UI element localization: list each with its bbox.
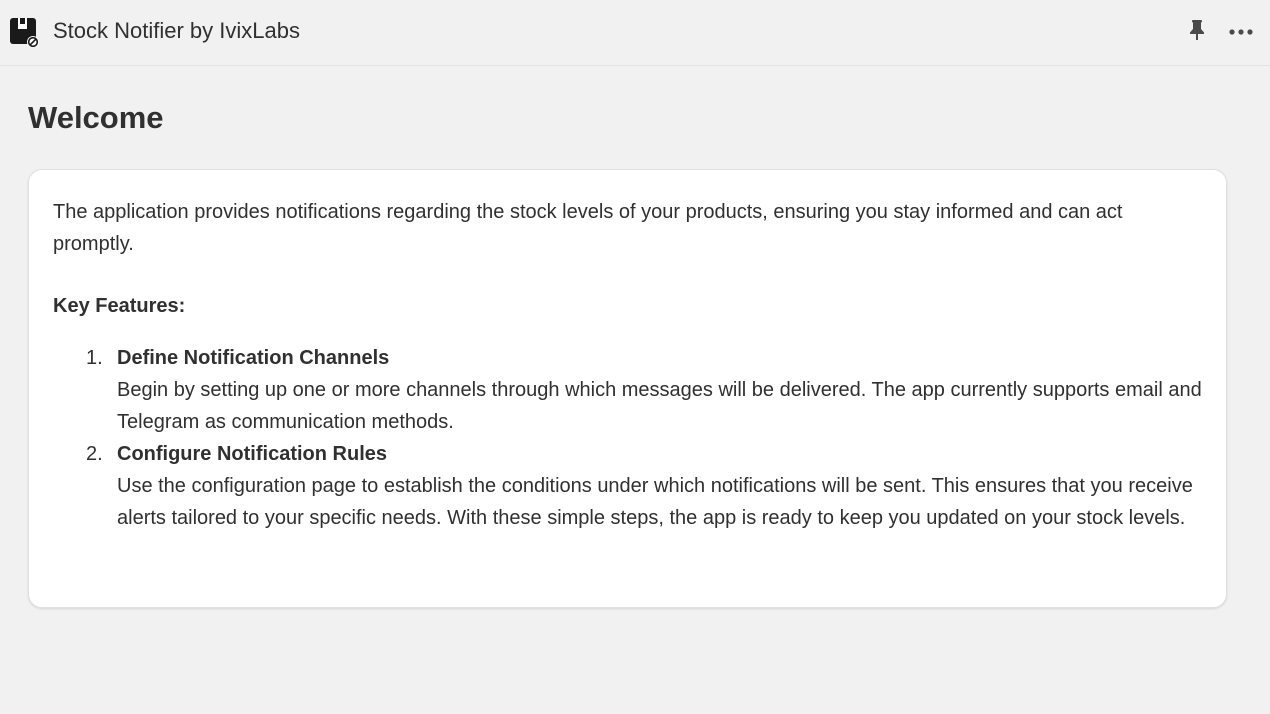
feature-description: Begin by setting up one or more channels… [117,379,1202,433]
features-heading: Key Features: [53,295,186,317]
page-title: Welcome [28,100,164,135]
stock-notifier-app-icon [9,17,39,48]
feature-item: 1. Define Notification Channels Begin by… [83,342,1203,438]
intro-text: The application provides notifications r… [53,201,1123,255]
more-options-icon [1228,23,1254,41]
feature-title: Configure Notification Rules [117,443,387,465]
feature-item: 2. Configure Notification Rules Use the … [83,438,1203,534]
pin-icon [1188,19,1206,46]
feature-number: 2. [86,443,103,465]
welcome-card: The application provides notifications r… [28,169,1227,608]
feature-list: 1. Define Notification Channels Begin by… [83,342,1203,534]
pin-button[interactable] [1182,18,1212,46]
feature-number: 1. [86,347,103,369]
app-title: Stock Notifier by IvixLabs [53,18,300,43]
feature-description: Use the configuration page to establish … [117,475,1193,529]
app-title-bar: Stock Notifier by IvixLabs [0,0,1270,66]
more-options-button[interactable] [1224,18,1258,46]
feature-title: Define Notification Channels [117,347,390,369]
